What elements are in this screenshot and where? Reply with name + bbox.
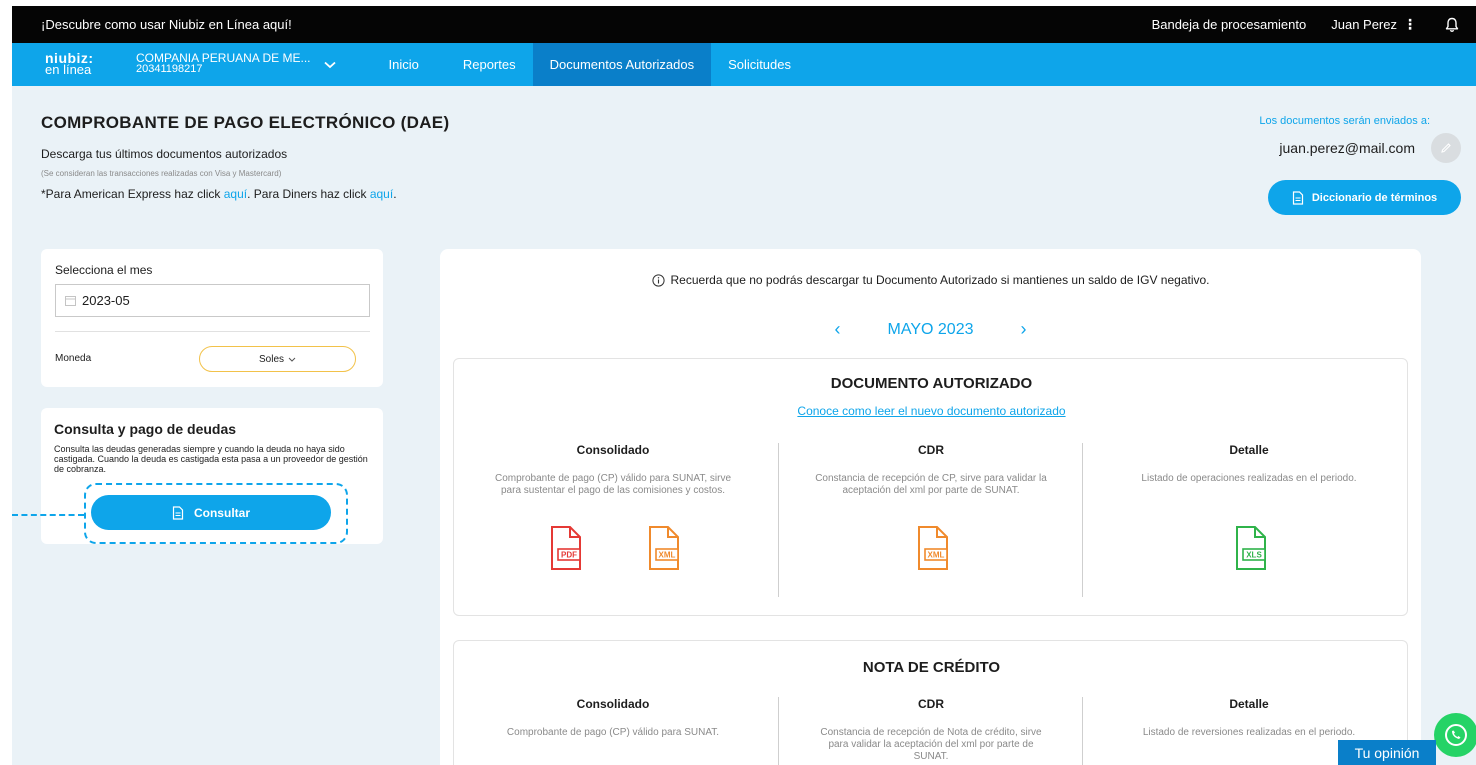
top-bar-right: Bandeja de procesamiento Juan Perez ⋮ [1152,16,1476,33]
nav-documentos-autorizados[interactable]: Documentos Autorizados [532,43,712,86]
logo-line2: en línea [45,62,92,77]
calendar-icon [65,296,76,306]
top-bar: ¡Descubre como usar Niubiz en Línea aquí… [12,6,1476,43]
pencil-icon [1441,143,1451,153]
month-input[interactable]: 2023-05 [55,284,370,317]
pdf-file-icon[interactable]: PDF [544,525,584,571]
column-description: Constancia de recepción de Nota de crédi… [820,727,1042,762]
month-navigator: ‹ MAYO 2023 › [440,319,1421,340]
section-title: DOCUMENTO AUTORIZADO [830,375,1033,392]
send-to-label: Los documentos serán enviados a: [1259,115,1430,127]
detalle-column: Detalle Listado de reversiones realizada… [1090,697,1408,739]
chevron-down-icon [288,357,296,362]
processing-tray-link[interactable]: Bandeja de procesamiento [1152,17,1307,32]
column-title: Detalle [1229,443,1269,457]
file-icons: XML [772,525,1090,571]
bell-icon[interactable] [1444,17,1460,33]
section-title: NOTA DE CRÉDITO [862,659,1001,676]
dictionary-button[interactable]: Diccionario de términos [1268,180,1461,215]
column-description: Listado de operaciones realizadas en el … [1141,473,1357,484]
debt-title: Consulta y pago de deudas [54,421,237,437]
page-title: COMPROBANTE DE PAGO ELECTRÓNICO (DAE) [41,113,450,132]
xml-label: XML [659,551,676,560]
card-brand-links: *Para American Express haz click aquí. P… [41,187,397,201]
documents-panel: Recuerda que no podrás descargar tu Docu… [440,249,1421,765]
main-content: COMPROBANTE DE PAGO ELECTRÓNICO (DAE) De… [12,86,1476,765]
column-title: Detalle [1229,697,1269,711]
debt-description: Consulta las deudas generadas siempre y … [54,444,368,474]
file-icons: XLS [1090,525,1408,571]
xml-file-icon[interactable]: XML [911,525,951,571]
niubiz-logo[interactable]: niubiz: en línea [12,43,104,86]
company-ruc: 20341198217 [136,63,203,75]
pdf-label: PDF [561,551,577,560]
month-label: Selecciona el mes [55,263,153,277]
currency-label: Moneda [55,353,92,364]
column-title: Consolidado [576,443,650,457]
promo-link[interactable]: ¡Descubre como usar Niubiz en Línea aquí… [41,17,292,32]
column-title: CDR [918,443,944,457]
send-to-email: juan.perez@mail.com [1279,140,1415,156]
nav-solicitudes[interactable]: Solicitudes [711,43,808,86]
links-end: . [393,187,397,201]
column-description: Comprobante de pago (CP) válido para SUN… [506,727,720,738]
currency-value: Soles [258,353,284,365]
nav-reportes[interactable]: Reportes [446,43,533,86]
whatsapp-button[interactable] [1434,713,1476,757]
main-nav: niubiz: en línea COMPANIA PERUANA DE ME.… [12,43,1476,86]
consolidado-column: Consolidado Comprobante de pago (CP) vál… [454,697,772,739]
amex-text: *Para American Express haz click [41,187,224,201]
debt-card: Consulta y pago de deudas Consulta las d… [41,408,383,544]
consultar-button-label: Consultar [193,505,250,520]
filter-divider [55,331,370,332]
file-icons: PDF XML [454,525,772,571]
dictionary-button-label: Diccionario de términos [1311,191,1438,204]
document-icon [1292,190,1303,205]
xml-file-icon[interactable]: XML [642,525,682,571]
nav-inicio[interactable]: Inicio [371,43,435,86]
document-icon [172,505,184,520]
focus-connector-line [12,514,84,516]
authorized-document-section: DOCUMENTO AUTORIZADO Conoce como leer el… [453,358,1408,616]
column-description: Listado de reversiones realizadas en el … [1142,727,1356,738]
chevron-down-icon[interactable] [324,43,338,86]
column-title: CDR [918,697,944,711]
column-divider [1082,697,1083,765]
current-month: MAYO 2023 [887,320,974,338]
column-description: Constancia de recepción de CP, sirve par… [815,473,1047,496]
credit-note-section: NOTA DE CRÉDITO Consolidado Comprobante … [453,640,1408,765]
column-description: Comprobante de pago (CP) válido para SUN… [494,473,732,496]
amex-link[interactable]: aquí [224,187,247,201]
diners-link[interactable]: aquí [370,187,393,201]
how-to-read-link[interactable]: Conoce como leer el nuevo documento auto… [454,404,1409,418]
info-icon [651,273,665,287]
xls-label: XLS [1246,551,1262,560]
page-subtitle: Descarga tus últimos documentos autoriza… [41,147,288,161]
month-value: 2023-05 [82,293,130,308]
xls-file-icon[interactable]: XLS [1229,525,1269,571]
whatsapp-icon [1445,724,1467,747]
consultar-button[interactable]: Consultar [91,495,331,530]
company-selector[interactable]: COMPANIA PERUANA DE ME... 20341198217 [136,43,310,86]
currency-select[interactable]: Soles [199,346,356,372]
next-month-icon[interactable]: › [1013,319,1033,340]
user-menu-icon[interactable]: ⋮ [1403,16,1417,33]
filter-card: Selecciona el mes 2023-05 Moneda Soles [41,249,383,387]
consolidado-column: Consolidado Comprobante de pago (CP) vál… [454,443,772,571]
page-note: (Se consideran las transacciones realiza… [41,169,282,178]
detalle-column: Detalle Listado de operaciones realizada… [1090,443,1408,571]
igv-notice: Recuerda que no podrás descargar tu Docu… [440,273,1421,287]
feedback-button[interactable]: Tu opinión [1338,740,1436,765]
column-divider [1082,443,1083,597]
user-name[interactable]: Juan Perez [1331,17,1397,32]
diners-text: . Para Diners haz click [247,187,370,201]
cdr-column: CDR Constancia de recepción de CP, sirve… [772,443,1090,571]
cdr-column: CDR Constancia de recepción de Nota de c… [772,697,1090,763]
edit-email-button[interactable] [1431,133,1461,163]
xml-label: XML [928,551,945,560]
column-title: Consolidado [576,697,650,711]
igv-notice-text: Recuerda que no podrás descargar tu Docu… [670,273,1210,287]
prev-month-icon[interactable]: ‹ [828,319,848,340]
